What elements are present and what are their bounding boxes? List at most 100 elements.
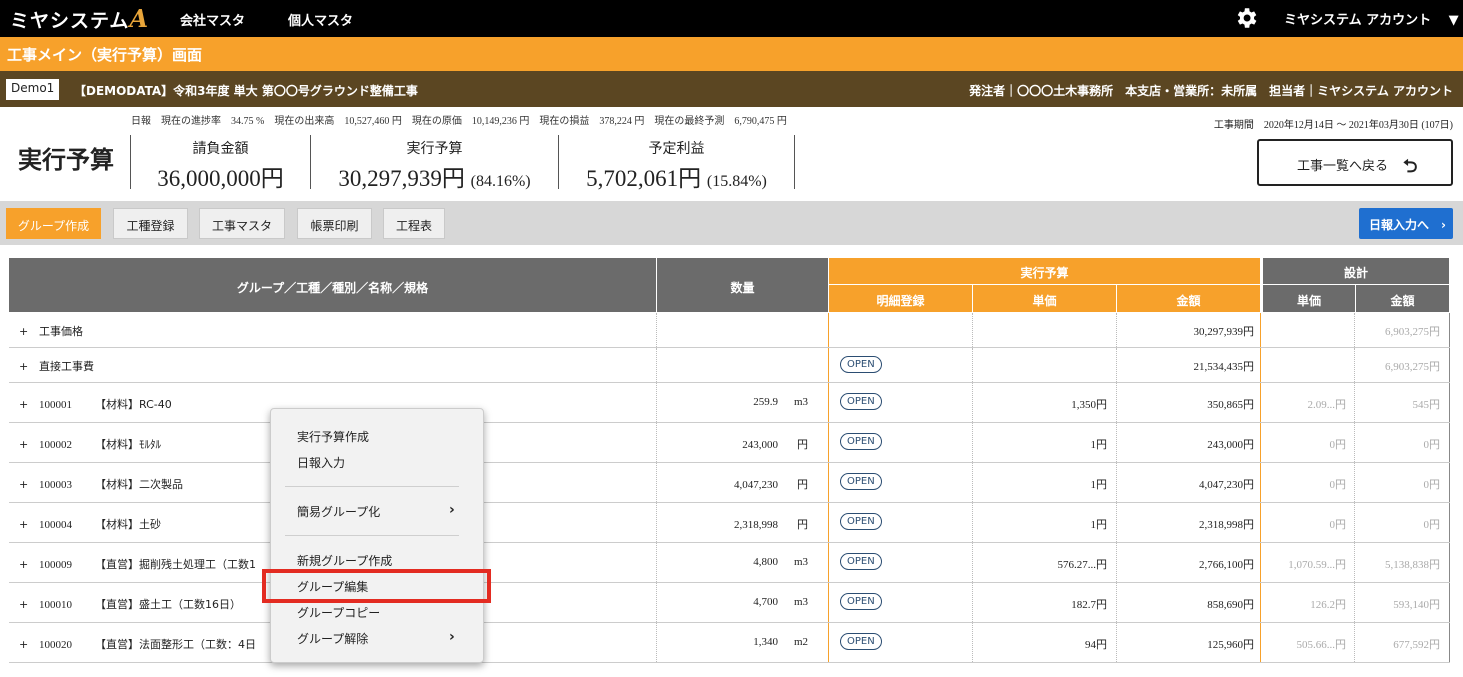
menu-separator <box>285 486 459 487</box>
kpi-label: 予定利益 <box>648 142 705 157</box>
menu-label: 簡易グループ化 <box>297 505 381 519</box>
qty-unit: m3 <box>793 596 808 608</box>
daily-report-button[interactable]: 日報入力へ › <box>1359 208 1453 239</box>
menu-new-group[interactable]: 新規グループ作成 <box>297 552 392 569</box>
table-row[interactable]: +100010 【直営】盛土工（工数16日） 4,700 m3 OPEN 182.7円 85… <box>9 583 1450 623</box>
table-row[interactable]: +100009 【直営】掘削残土処理工（工数1 4,800 m3 OPEN 576.27.… <box>9 543 1450 583</box>
expand-icon[interactable]: + <box>19 518 39 531</box>
qty-unit: m2 <box>793 636 808 648</box>
cell-name: + 直接工事費 <box>9 348 657 382</box>
menu-daily-report[interactable]: 日報入力 <box>297 454 345 471</box>
return-arrow-icon: ⮌ <box>1403 156 1418 177</box>
account-menu[interactable]: ミヤシステム アカウント ▼ <box>1284 9 1459 28</box>
table-row[interactable]: +100004 【材料】土砂 2,318,998 円 OPEN 1円 2,318,998円 0… <box>9 503 1450 543</box>
expand-icon[interactable]: + <box>19 360 39 373</box>
schedule-button[interactable]: 工程表 <box>383 208 445 239</box>
open-button[interactable]: OPEN <box>840 473 882 490</box>
cell-design-unit: 0円 <box>1261 423 1355 462</box>
item-code: 100010 <box>39 599 72 611</box>
cell-design-amount: 6,903,275円 <box>1355 348 1450 382</box>
table-row[interactable]: +100003 【材料】二次製品 4,047,230 円 OPEN 1円 4,047,230… <box>9 463 1450 503</box>
create-group-button[interactable]: グループ作成 <box>6 208 101 239</box>
menu-copy-group[interactable]: グループコピー <box>297 604 380 621</box>
stat-cost: 現在の原価 10,149,236 円 <box>411 116 530 127</box>
work-master-button[interactable]: 工事マスタ <box>199 208 285 239</box>
kpi-label: 実行予算 <box>406 142 463 157</box>
nav-personal-master[interactable]: 個人マスタ <box>288 10 353 29</box>
menu-quick-group[interactable]: 簡易グループ化 › <box>297 502 455 520</box>
cell-design-amount: 0円 <box>1355 503 1450 542</box>
qty-value: 259.9 <box>753 396 778 408</box>
kpi-percent: (84.16%) <box>470 173 531 190</box>
open-button[interactable]: OPEN <box>840 393 882 410</box>
cell-qty: 4,047,230 円 <box>657 463 829 502</box>
open-button[interactable]: OPEN <box>840 593 882 610</box>
project-info: 発注者｜〇〇〇土木事務所 本支店・営業所：未所属 担当者｜ミヤシステム アカウン… <box>969 84 1453 98</box>
cell-unit-price: 182.7円 <box>973 583 1117 622</box>
cell-detail: OPEN <box>829 463 973 502</box>
print-forms-button[interactable]: 帳票印刷 <box>297 208 372 239</box>
table-row[interactable]: +100001 【材料】RC-40 259.9 m3 OPEN 1,350円 350,865… <box>9 383 1450 423</box>
register-work-type-button[interactable]: 工種登録 <box>113 208 188 239</box>
col-detail: 明細登録 <box>829 285 973 313</box>
qty-value: 4,700 <box>753 596 778 608</box>
status-line: 日報 現在の進捗率 34.75 % 現在の出来高 10,527,460 円現在の原価… <box>131 112 797 127</box>
cell-amount: 21,534,435円 <box>1117 348 1261 382</box>
table-row[interactable]: +100002 【材料】ﾓﾙﾀﾙ 243,000 円 OPEN 1円 243,000円 0円 0… <box>9 423 1450 463</box>
table-row[interactable]: + 工事価格 30,297,939円 6,903,275円 <box>9 313 1450 348</box>
qty-value: 2,318,998 <box>734 519 778 531</box>
cell-amount: 243,000円 <box>1117 423 1261 462</box>
cell-amount: 30,297,939円 <box>1117 313 1261 347</box>
open-button[interactable]: OPEN <box>840 433 882 450</box>
open-button[interactable]: OPEN <box>840 553 882 570</box>
cell-qty: 259.9 m3 <box>657 383 829 422</box>
menu-ungroup[interactable]: グループ解除 › <box>297 629 455 647</box>
cell-design-amount: 593,140円 <box>1355 583 1450 622</box>
cell-unit-price: 1円 <box>973 503 1117 542</box>
top-navbar: ミヤシステムA 会社マスタ 個人マスタ ミヤシステム アカウント ▼ <box>0 0 1463 37</box>
kpi-contract: 請負金額 36,000,000円 <box>130 135 310 191</box>
cell-unit-price: 94円 <box>973 623 1117 662</box>
cell-detail: OPEN <box>829 623 973 662</box>
col-qty: 数量 <box>657 258 829 313</box>
cell-qty: 1,340 m2 <box>657 623 829 662</box>
expand-icon[interactable]: + <box>19 558 39 571</box>
expand-icon[interactable]: + <box>19 478 39 491</box>
item-name: 【材料】二次製品 <box>95 478 183 491</box>
item-name: 【直営】盛土工（工数16日） <box>95 598 241 611</box>
menu-create-budget[interactable]: 実行予算作成 <box>297 428 369 445</box>
open-button[interactable]: OPEN <box>840 356 882 373</box>
expand-icon[interactable]: + <box>19 398 39 411</box>
cell-design-unit <box>1261 348 1355 382</box>
kpi-value: 30,297,939円 (84.16%) <box>311 159 558 193</box>
cell-amount: 2,766,100円 <box>1117 543 1261 582</box>
open-button[interactable]: OPEN <box>840 633 882 650</box>
col-amount: 金額 <box>1117 285 1261 313</box>
menu-separator <box>285 535 459 536</box>
stat-forecast: 現在の最終予測 6,790,475 円 <box>654 116 787 127</box>
back-to-list-button[interactable]: 工事一覧へ戻る ⮌ <box>1257 139 1453 186</box>
qty-value: 4,047,230 <box>734 479 778 491</box>
expand-icon[interactable]: + <box>19 638 39 651</box>
cell-qty <box>657 313 829 347</box>
qty-value: 1,340 <box>753 636 778 648</box>
open-button[interactable]: OPEN <box>840 513 882 530</box>
expand-icon[interactable]: + <box>19 438 39 451</box>
table-row[interactable]: +100020 【直営】法面整形工（工数：4日 1,340 m2 OPEN 94円 125,… <box>9 623 1450 663</box>
toolbar: グループ作成 工種登録 工事マスタ 帳票印刷 工程表 日報入力へ › <box>0 201 1463 245</box>
cell-qty: 243,000 円 <box>657 423 829 462</box>
app-logo[interactable]: ミヤシステムA <box>10 4 149 33</box>
expand-icon[interactable]: + <box>19 598 39 611</box>
kpi-value: 36,000,000円 <box>131 159 310 193</box>
col-design: 設計 <box>1263 258 1450 285</box>
item-code: 100002 <box>39 439 72 451</box>
gear-icon[interactable] <box>1233 5 1259 31</box>
expand-icon[interactable]: + <box>19 325 39 338</box>
item-name: 【材料】RC-40 <box>95 398 172 411</box>
cell-qty: 4,700 m3 <box>657 583 829 622</box>
nav-company-master[interactable]: 会社マスタ <box>180 10 245 29</box>
table-row[interactable]: + 直接工事費 OPEN 21,534,435円 6,903,275円 <box>9 348 1450 383</box>
stat-daily[interactable]: 日報 <box>131 116 151 127</box>
cell-design-unit: 1,070.59...円 <box>1261 543 1355 582</box>
cell-detail: OPEN <box>829 583 973 622</box>
